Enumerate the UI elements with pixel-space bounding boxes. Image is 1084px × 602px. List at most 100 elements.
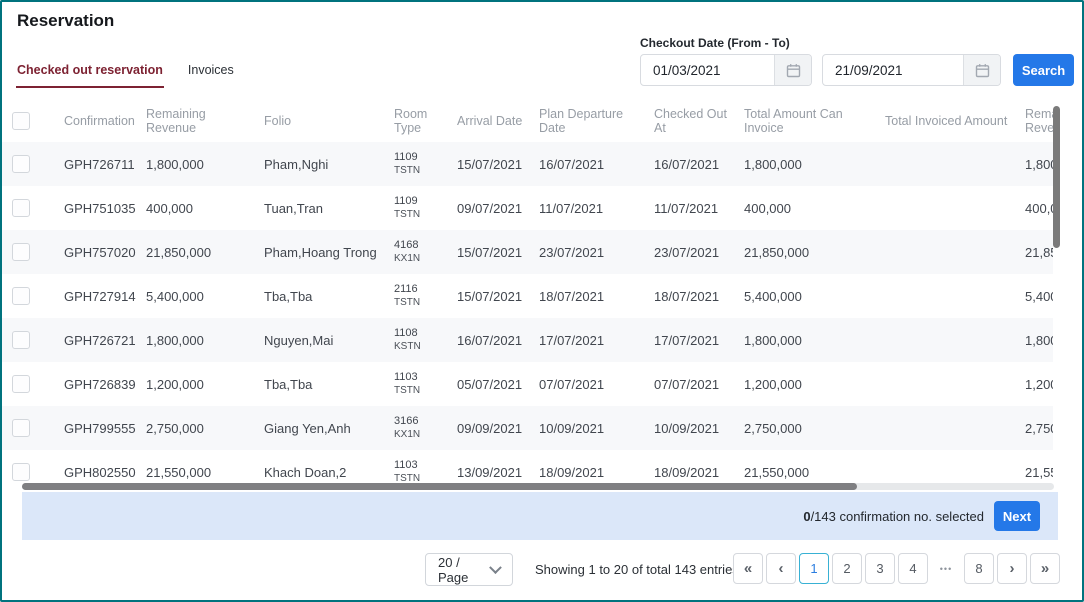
vertical-scrollbar-thumb[interactable] — [1053, 106, 1060, 248]
total-amount-can-invoice-cell: 1,800,000 — [744, 157, 885, 172]
row-checkbox-cell — [2, 243, 64, 261]
confirmation-cell: GPH802550 — [64, 465, 146, 480]
row-checkbox[interactable] — [12, 199, 30, 217]
total-amount-can-invoice-cell: 1,200,000 — [744, 377, 885, 392]
checked-out-at-cell: 17/07/2021 — [654, 333, 744, 348]
table-row: GPH751035400,000Tuan,Tran1109TSTN09/07/2… — [2, 186, 1053, 230]
remaining-amount-cell: 5,400,000 — [1025, 289, 1053, 304]
row-checkbox[interactable] — [12, 331, 30, 349]
column-header: Folio — [264, 114, 394, 128]
folio-cell: Pham,Nghi — [264, 157, 394, 172]
folio-cell: Khach Doan,2 — [264, 465, 394, 480]
reservation-table: ConfirmationRemaining RevenueFolioRoom T… — [2, 100, 1053, 483]
calendar-icon[interactable] — [963, 55, 1000, 85]
folio-cell: Tuan,Tran — [264, 201, 394, 216]
selection-bar: 0/143 confirmation no. selected Next — [22, 492, 1058, 540]
column-header: Remaining Revenue — [146, 107, 264, 135]
remaining-amount-cell: 400,000 — [1025, 201, 1053, 216]
remaining-amount-cell: 2,750,000 — [1025, 421, 1053, 436]
total-amount-can-invoice-cell: 1,800,000 — [744, 333, 885, 348]
checkout-date-to-input[interactable]: 21/09/2021 — [822, 54, 1001, 86]
room-number: 1103 — [394, 371, 449, 384]
vertical-scrollbar[interactable] — [1053, 104, 1061, 481]
room-number: 1109 — [394, 151, 449, 164]
arrival-date-cell: 15/07/2021 — [457, 157, 539, 172]
arrival-date-cell: 05/07/2021 — [457, 377, 539, 392]
row-checkbox-cell — [2, 331, 64, 349]
room-number: 1108 — [394, 327, 449, 340]
pagination-page-4-button[interactable]: 4 — [898, 553, 928, 584]
horizontal-scrollbar-thumb[interactable] — [22, 483, 857, 490]
total-amount-can-invoice-cell: 21,850,000 — [744, 245, 885, 260]
row-checkbox[interactable] — [12, 375, 30, 393]
total-amount-can-invoice-cell: 5,400,000 — [744, 289, 885, 304]
remaining-amount-cell: 1,800,000 — [1025, 333, 1053, 348]
pagination-ellipsis: ••• — [931, 553, 961, 584]
pagination-page-8-button[interactable]: 8 — [964, 553, 994, 584]
row-checkbox-cell — [2, 199, 64, 217]
checkout-date-to-value[interactable]: 21/09/2021 — [823, 55, 963, 85]
horizontal-scrollbar[interactable] — [22, 483, 1054, 490]
select-all-checkbox[interactable] — [12, 112, 30, 130]
pagination-page-1-button[interactable]: 1 — [799, 553, 829, 584]
checkout-date-from-value[interactable]: 01/03/2021 — [641, 55, 774, 85]
pagination-prev-button[interactable]: ‹ — [766, 553, 796, 584]
confirmation-cell: GPH751035 — [64, 201, 146, 216]
row-checkbox[interactable] — [12, 463, 30, 481]
remaining-revenue-cell: 400,000 — [146, 201, 264, 216]
table-row: GPH7267211,800,000Nguyen,Mai1108KSTN16/0… — [2, 318, 1053, 362]
remaining-revenue-cell: 1,800,000 — [146, 333, 264, 348]
pagination-first-button[interactable]: « — [733, 553, 763, 584]
remaining-amount-cell: 21,850,000 — [1025, 245, 1053, 260]
page-size-select[interactable]: 20 / Page — [425, 553, 513, 586]
room-code: TSTN — [394, 384, 449, 397]
checkout-date-from-input[interactable]: 01/03/2021 — [640, 54, 812, 86]
pagination-next-button[interactable]: › — [997, 553, 1027, 584]
pagination-page-2-button[interactable]: 2 — [832, 553, 862, 584]
remaining-amount-cell: 21,550,000 — [1025, 465, 1053, 480]
row-checkbox[interactable] — [12, 419, 30, 437]
room-code: KX1N — [394, 428, 449, 441]
checked-out-at-cell: 18/07/2021 — [654, 289, 744, 304]
next-button[interactable]: Next — [994, 501, 1040, 531]
search-button[interactable]: Search — [1013, 54, 1074, 86]
tab-invoices[interactable]: Invoices — [187, 63, 235, 88]
page-size-value: 20 / Page — [426, 555, 491, 585]
select-all-cell — [2, 112, 64, 130]
total-amount-can-invoice-cell: 2,750,000 — [744, 421, 885, 436]
room-type-cell: 2116TSTN — [394, 283, 457, 309]
checked-out-at-cell: 10/09/2021 — [654, 421, 744, 436]
folio-cell: Pham,Hoang Trong — [264, 245, 394, 260]
confirmation-cell: GPH727914 — [64, 289, 146, 304]
table-header-row: ConfirmationRemaining RevenueFolioRoom T… — [2, 100, 1053, 142]
arrival-date-cell: 09/07/2021 — [457, 201, 539, 216]
folio-cell: Tba,Tba — [264, 289, 394, 304]
row-checkbox[interactable] — [12, 287, 30, 305]
room-number: 3166 — [394, 415, 449, 428]
room-code: KSTN — [394, 340, 449, 353]
column-header: Remaining Revenue — [1025, 107, 1053, 135]
tab-checked-out-reservation[interactable]: Checked out reservation — [16, 63, 164, 88]
column-header: Plan Departure Date — [539, 107, 654, 135]
confirmation-cell: GPH726721 — [64, 333, 146, 348]
row-checkbox[interactable] — [12, 155, 30, 173]
room-type-cell: 3166KX1N — [394, 415, 457, 441]
plan-departure-date-cell: 16/07/2021 — [539, 157, 654, 172]
selection-summary-text: /143 confirmation no. selected — [811, 509, 984, 524]
table-row: GPH75702021,850,000Pham,Hoang Trong4168K… — [2, 230, 1053, 274]
room-code: TSTN — [394, 472, 449, 483]
room-code: KX1N — [394, 252, 449, 265]
pagination-last-button[interactable]: » — [1030, 553, 1060, 584]
column-header: Checked Out At — [654, 107, 744, 135]
confirmation-cell: GPH726711 — [64, 157, 146, 172]
pagination-page-3-button[interactable]: 3 — [865, 553, 895, 584]
calendar-icon[interactable] — [774, 55, 811, 85]
room-number: 2116 — [394, 283, 449, 296]
room-code: TSTN — [394, 208, 449, 221]
row-checkbox[interactable] — [12, 243, 30, 261]
table-row: GPH7268391,200,000Tba,Tba1103TSTN05/07/2… — [2, 362, 1053, 406]
total-amount-can-invoice-cell: 21,550,000 — [744, 465, 885, 480]
showing-entries-text: Showing 1 to 20 of total 143 entries — [535, 553, 739, 586]
confirmation-cell: GPH757020 — [64, 245, 146, 260]
room-type-cell: 1109TSTN — [394, 195, 457, 221]
